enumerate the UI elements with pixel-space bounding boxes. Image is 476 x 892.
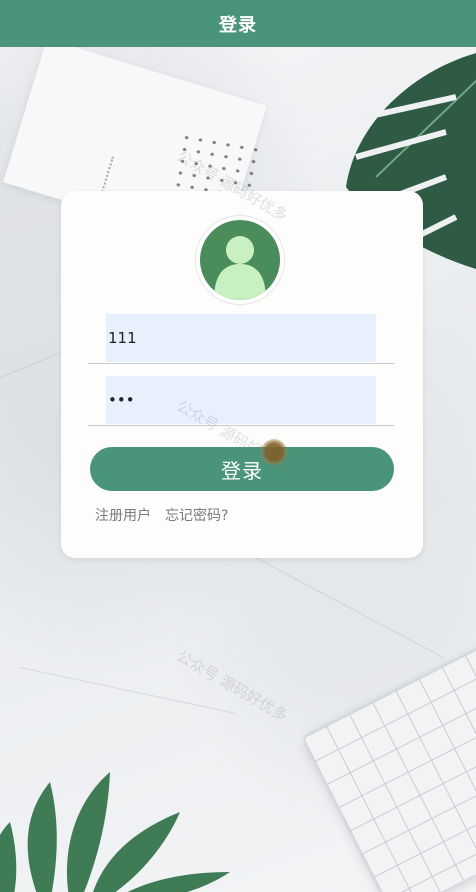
password-input[interactable] [106, 376, 376, 424]
login-card: 登录 注册用户 忘记密码? [61, 191, 423, 558]
username-row [88, 314, 394, 364]
marble-vein [19, 667, 236, 714]
login-button[interactable]: 登录 [90, 447, 394, 491]
header-bar: 登录 [0, 0, 476, 47]
auth-links: 注册用户 忘记密码? [95, 505, 228, 525]
register-link[interactable]: 注册用户 [95, 505, 151, 525]
user-silhouette-icon [214, 236, 266, 300]
avatar [188, 216, 294, 300]
fern-leaf-image [0, 772, 230, 892]
username-input[interactable] [106, 314, 376, 362]
forgot-password-link[interactable]: 忘记密码? [165, 505, 228, 525]
keyboard-image [300, 635, 476, 892]
touch-indicator [261, 439, 287, 465]
avatar-circle [200, 220, 280, 300]
page-title: 登录 [219, 14, 257, 36]
password-row [88, 376, 394, 426]
